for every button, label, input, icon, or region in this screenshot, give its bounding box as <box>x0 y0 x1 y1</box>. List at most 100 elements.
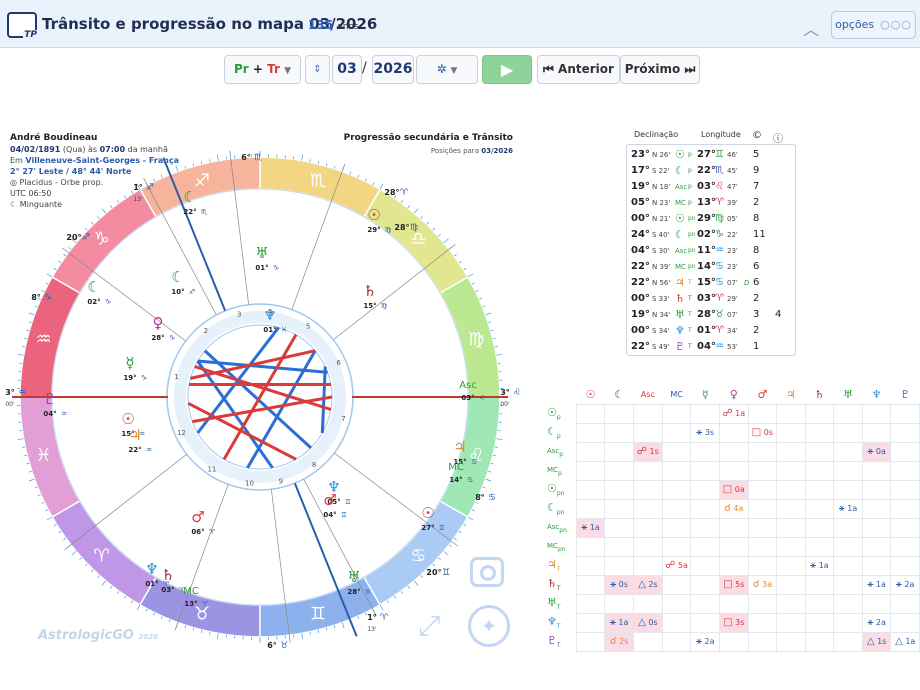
aspect-cell <box>861 593 892 614</box>
aspect-cell <box>776 593 806 614</box>
aspect-cell[interactable]: △ 0s <box>632 612 663 633</box>
zodiac-sign-label: ♏ <box>310 171 326 192</box>
aspect-cell <box>575 441 606 462</box>
aspect-cell[interactable]: △ 1a <box>890 631 920 652</box>
expand-icon[interactable]: ⤢ <box>418 609 440 643</box>
play-button[interactable]: ▶ <box>482 55 532 84</box>
aspect-cell[interactable]: ☌ 4a <box>719 498 749 519</box>
degree-tick <box>175 165 179 172</box>
aspect-cell[interactable]: ☍ 1s <box>632 441 663 462</box>
planet-degree-label: 01° <box>263 326 276 334</box>
aspect-cell[interactable]: ⚹ 1a <box>833 498 863 519</box>
aspect-row: Ascp ☍ 1s ⚹ 0a <box>547 441 920 462</box>
aspect-cell[interactable]: ☌ 2s <box>604 631 634 652</box>
planet-sign-label: ♈ <box>209 528 216 536</box>
aspect-col-header: ♅ <box>843 388 853 402</box>
aspect-cell[interactable]: ⚹ 0s <box>604 574 634 595</box>
aspect-cell[interactable]: ☍ 1a <box>719 403 749 424</box>
aspect-cell <box>575 593 606 614</box>
month-input[interactable]: 03 <box>332 55 362 84</box>
degree-tick <box>496 438 503 441</box>
year-input[interactable]: 2026 <box>372 55 414 84</box>
aspect-col-header: Asc <box>640 390 655 400</box>
aspect-cell[interactable]: △ 2s <box>632 574 663 595</box>
magic-icon[interactable]: ✦ <box>468 605 510 647</box>
info-icon[interactable]: ⓘ <box>773 130 783 145</box>
aspect-cell[interactable]: ⚹ 1a <box>804 555 835 576</box>
tools-dropdown[interactable]: ✲ ▼ <box>416 55 478 84</box>
aspect-cell <box>776 422 806 443</box>
aspect-cell <box>690 441 720 462</box>
date-stepper[interactable]: ⇕ <box>305 55 330 84</box>
aspect-cell[interactable]: ⚹ 3s <box>690 422 720 443</box>
degree-tick <box>485 312 492 316</box>
aspect-cell[interactable]: □ 3s <box>719 612 749 633</box>
aspect-cell <box>604 593 634 614</box>
aspect-cell[interactable]: ☍ 5a <box>661 555 692 576</box>
position-row: 22° S 49' ♇ T 04° ♒ 53' 1 <box>631 340 760 353</box>
aspect-cell[interactable]: □ 0s <box>747 422 778 443</box>
planet-sign-label: ♋ <box>471 458 477 466</box>
aspect-cell <box>661 422 692 443</box>
aspect-cell <box>604 422 634 443</box>
next-button[interactable]: Próximo ⏭ <box>620 55 700 84</box>
previous-button[interactable]: ⏮ Anterior <box>537 55 620 84</box>
planet-degree-label: 28° <box>151 334 164 342</box>
aspect-row: ♆T ⚹ 1a △ 0s □ 3s ⚹ 2a <box>547 612 920 633</box>
aspect-cell[interactable]: ☌ 3a <box>747 574 778 595</box>
aspect-cell <box>804 536 835 557</box>
aspect-cell[interactable]: ⚹ 0a <box>861 441 892 462</box>
options-button[interactable]: opções ○○○ <box>831 11 916 39</box>
aspect-cell <box>575 612 606 633</box>
degree-tick <box>420 575 423 578</box>
zodiac-sign-label: ♋ <box>410 545 426 566</box>
aspect-cell <box>632 498 663 519</box>
aspect-cell[interactable]: △ 1s <box>861 631 892 652</box>
planet-sign-label: ♍ <box>385 226 392 234</box>
planet-glyph: ☉ <box>367 206 380 224</box>
aspect-cell <box>661 593 692 614</box>
aspect-cell <box>690 403 720 424</box>
aspect-cell[interactable]: ⚹ 1a <box>604 612 634 633</box>
aspect-cell[interactable]: □ 5s <box>719 574 749 595</box>
aspect-cell[interactable]: ⚹ 2a <box>690 631 720 652</box>
camera-icon[interactable] <box>470 557 504 587</box>
aspect-cell <box>604 517 634 538</box>
aspect-cell[interactable]: □ 0a <box>719 479 749 500</box>
chart-mode-select[interactable]: Pr + Tr ▼ <box>224 55 301 84</box>
aspect-row: ♇T ☌ 2s ⚹ 2a △ 1s △ 1a <box>547 631 920 652</box>
aspect-cell[interactable]: ⚹ 1a <box>861 574 892 595</box>
planet-glyph: Asc <box>459 380 477 391</box>
top-bar: TP Trânsito e progressão no mapa 03/2026… <box>0 0 920 48</box>
degree-tick <box>46 273 53 278</box>
aspect-cell <box>719 536 749 557</box>
degree-tick <box>101 208 106 214</box>
aspect-cell <box>833 460 863 481</box>
planet-sign-label: ♊ <box>439 524 445 532</box>
aspect-cell <box>632 403 663 424</box>
aspect-col-header: ♇ <box>900 388 911 402</box>
aspect-cell <box>861 479 892 500</box>
planet-degree-label: 22° <box>128 446 141 454</box>
aspect-cell[interactable]: ⚹ 2a <box>861 612 892 633</box>
aspect-row: ☾pn ☌ 4a ⚹ 1a <box>547 498 920 519</box>
zodiac-sign-label: ♑ <box>94 229 110 250</box>
planet-sign-label: ♐ <box>189 288 195 296</box>
aspect-cell <box>661 479 692 500</box>
aspect-cell[interactable]: ⚹ 1a <box>575 517 606 538</box>
aspect-cell <box>833 574 863 595</box>
planet-sign-label: ♓ <box>281 326 287 334</box>
cusp-sign-label: ♒ <box>18 388 26 398</box>
chevron-up-icon[interactable]: ︿ <box>803 16 819 40</box>
aspect-cell[interactable]: ⚹ 2a <box>890 574 920 595</box>
cusp-degree-label: 20° <box>426 568 441 577</box>
aspect-row-header: ♆T <box>547 615 561 630</box>
aspect-row-header: ♇T <box>547 634 561 649</box>
cusp-degree-label: 3° <box>500 388 510 397</box>
planet-glyph: ♂ <box>323 491 336 509</box>
chart-wheel: ♒♓♈♉ ♊♋♌♍♎♏♐♑ 123 456789101112 3° ♒00'6° ♏20… <box>5 150 520 651</box>
cusp-degree-label: 8° <box>475 493 485 502</box>
planet-glyph: ♃ <box>453 438 466 456</box>
aspect-col-header: ♃ <box>785 388 796 402</box>
aspect-row-header: Ascpn <box>547 522 567 534</box>
